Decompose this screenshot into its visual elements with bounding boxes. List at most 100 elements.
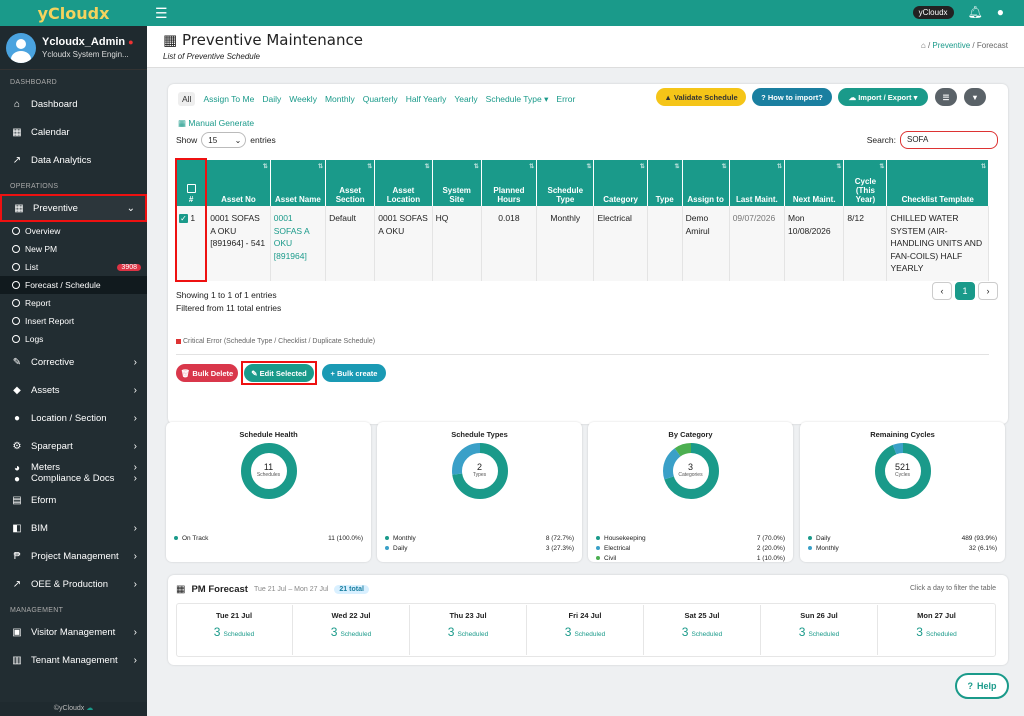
org-pill[interactable]: yCloudx [912,5,954,19]
chart-icon: ↗ [12,154,22,166]
filter-button[interactable]: ▼ [964,88,986,106]
sidebar-sub-label: List [25,262,39,272]
sidebar-item-label: Calendar [31,126,70,138]
legend-label: Monthly [816,545,839,552]
page-size-select[interactable]: 15 ⌄ [201,132,247,148]
stat-title: Schedule Health [239,430,298,439]
forecast-day[interactable]: Tue 21 Jul 3 Scheduled [176,605,293,655]
tab-daily[interactable]: Daily [262,94,281,104]
col-planned-hours[interactable]: ⇅ Planned Hours [481,160,538,206]
user-panel[interactable]: Ycloudx_Admin ● Ycloudx System Engin... [0,26,147,70]
legend-row: Electrical 2 (20.0%) [596,545,785,552]
home-icon[interactable]: ⌂ [921,41,926,50]
sidebar-item-dashboard[interactable]: ⌂ Dashboard [0,90,147,118]
sidebar-item-corrective[interactable]: ✎ Corrective › [0,348,147,376]
sidebar-item-project-management[interactable]: ₱ Project Management › [0,542,147,570]
critical-error-legend: Critical Error (Schedule Type / Checklis… [176,338,375,345]
circle-icon [12,245,20,253]
col-asset-location[interactable]: ⇅ Asset Location [374,160,433,206]
legend-row: Housekeeping 7 (70.0%) [596,535,785,542]
avatar [6,32,36,63]
sidebar-item-label: Corrective [31,356,75,368]
sidebar-sub-logs[interactable]: Logs [0,330,147,348]
page-1-button[interactable]: 1 [955,282,975,300]
tab-quarterly[interactable]: Quarterly [363,94,398,104]
sidebar-item-sparepart[interactable]: ⚙ Sparepart › [0,432,147,460]
col-assign-to[interactable]: ⇅ Assign to [682,160,730,206]
col-header: Last Maint. [735,195,778,204]
sidebar-item-data-analytics[interactable]: ↗ Data Analytics [0,146,147,174]
col-last-maint[interactable]: ⇅ Last Maint. [729,160,786,206]
tab-error[interactable]: Error [556,94,575,104]
tab-schedule-type[interactable]: Schedule Type ▾ [486,94,549,105]
col-schedule-type[interactable]: ⇅ Schedule Type [536,160,595,206]
sidebar-item-location[interactable]: ● Location / Section › [0,404,147,432]
sidebar-sub-insert-report[interactable]: Insert Report [0,312,147,330]
col-system-site[interactable]: ⇅ System Site [432,160,482,206]
sidebar-item-calendar[interactable]: ▦ Calendar [0,118,147,146]
sidebar-item-eform[interactable]: ▤ Eform [0,486,147,514]
column-toggle-button[interactable]: ☰ [935,88,957,106]
dot-icon: ● [13,474,21,485]
legend-label: On Track [182,535,209,542]
col-checklist[interactable]: ⇅ Checklist Template [886,160,989,206]
col-cycle[interactable]: ⇅ Cycle (This Year) [843,160,888,206]
col-asset-no[interactable]: ⇅ Asset No [206,160,271,206]
sidebar-sub-report[interactable]: Report [0,294,147,312]
help-button[interactable]: ? Help [955,673,1009,699]
forecast-day[interactable]: Sat 25 Jul 3 Scheduled [644,605,761,655]
sidebar-sub-list[interactable]: List 3908 [0,258,147,276]
table-row[interactable]: ✓ 1 0001 SOFAS A OKU [891964] - 541 0001… [176,206,989,281]
forecast-day[interactable]: Thu 23 Jul 3 Scheduled [410,605,527,655]
prev-page-button[interactable]: ‹ [932,282,952,300]
page-size-value: 15 [208,135,218,145]
col-asset-name[interactable]: ⇅ Asset Name [270,160,327,206]
forecast-day[interactable]: Wed 22 Jul 3 Scheduled [293,605,410,655]
sidebar-item-visitor[interactable]: ▣ Visitor Management › [0,618,147,646]
breadcrumb-preventive[interactable]: Preventive [932,41,970,50]
manual-generate-link[interactable]: ▦ Manual Generate [178,118,254,129]
sidebar-item-oee[interactable]: ↗ OEE & Production › [0,570,147,598]
import-export-button[interactable]: ☁ Import / Export ▾ [838,88,928,106]
col-asset-section[interactable]: ⇅ Asset Section [325,160,376,206]
donut-center-label: 521 Cycles [800,462,1005,478]
bell-icon[interactable]: 🔔︎ [968,5,983,19]
col-header: Category [603,195,638,204]
sidebar-sub-new-pm[interactable]: New PM [0,240,147,258]
sidebar-item-bim[interactable]: ◧ BIM › [0,514,147,542]
col-type[interactable]: ⇅ Type [647,160,683,206]
forecast-day-label: Thu 23 Jul [449,611,487,620]
cell-asset-name[interactable]: 0001 SOFAS A OKU [891964] [270,206,327,281]
tab-assign-to-me[interactable]: Assign To Me [203,94,254,104]
bulk-delete-button[interactable]: 🗑︎ Bulk Delete [176,364,238,382]
sidebar-item-meters[interactable]: ◕ ● Meters Compliance & Docs › › [0,460,147,486]
tab-yearly[interactable]: Yearly [454,94,477,104]
forecast-day[interactable]: Mon 27 Jul 3 Scheduled [878,605,995,655]
tab-weekly[interactable]: Weekly [289,94,317,104]
search-input[interactable]: SOFA [900,131,998,149]
col-category[interactable]: ⇅ Category [593,160,648,206]
tab-all[interactable]: All [178,92,196,106]
next-page-button[interactable]: › [978,282,998,300]
validate-schedule-button[interactable]: ▲ Validate Schedule [656,88,746,106]
brand-logo[interactable]: yCloudx [0,0,147,26]
how-to-import-button[interactable]: ? How to import? [752,88,832,106]
forecast-day[interactable]: Sun 26 Jul 3 Scheduled [761,605,878,655]
calendar-icon: ▦ [12,126,22,138]
link-label: Manual Generate [188,118,255,128]
sidebar-item-tenant[interactable]: ▥ Tenant Management › [0,646,147,674]
tab-monthly[interactable]: Monthly [325,94,355,104]
legend-dot [174,536,178,540]
sidebar-item-assets[interactable]: ◆ Assets › [0,376,147,404]
sidebar-sub-overview[interactable]: Overview [0,222,147,240]
col-next-maint[interactable]: ⇅ Next Maint. [784,160,845,206]
sidebar-item-label: OEE & Production [31,578,109,590]
menu-toggle-icon[interactable]: ☰ [155,5,168,22]
col-header: Asset Section [335,186,365,204]
bulk-create-button[interactable]: + Bulk create [322,364,386,382]
forecast-day[interactable]: Fri 24 Jul 3 Scheduled [527,605,644,655]
sidebar-item-preventive[interactable]: ▦ Preventive ⌄ [0,194,147,222]
user-icon[interactable]: ● [997,5,1004,19]
tab-half-yearly[interactable]: Half Yearly [406,94,447,104]
sidebar-sub-forecast[interactable]: Forecast / Schedule [0,276,147,294]
